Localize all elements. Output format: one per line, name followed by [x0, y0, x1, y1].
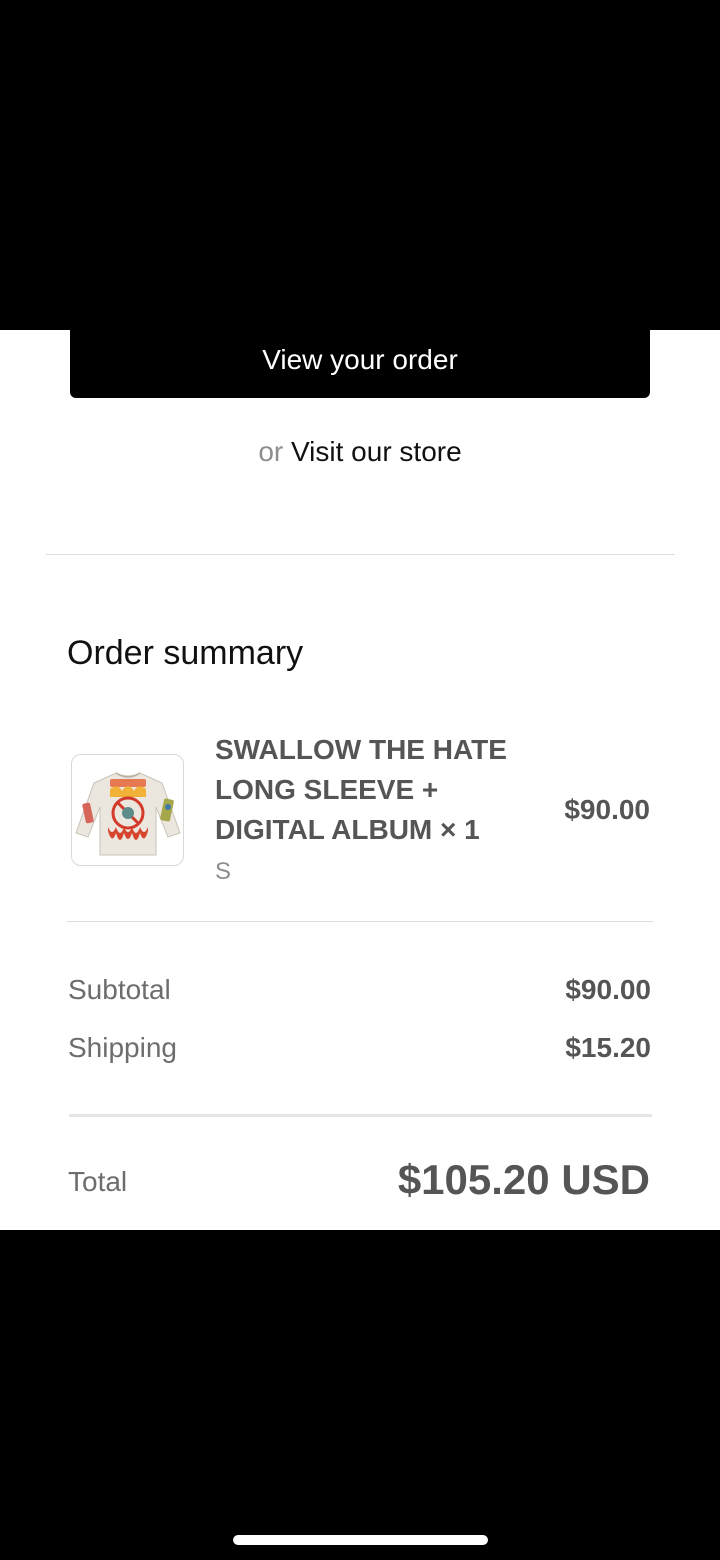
long-sleeve-shirt-image: [75, 772, 181, 856]
total-value: $105.20 USD: [397, 1156, 650, 1203]
subtotal-label: Subtotal: [68, 974, 171, 1005]
shipping-label: Shipping: [68, 1032, 177, 1063]
product-name: SWALLOW THE HATE LONG SLEEVE + DIGITAL A…: [215, 734, 507, 845]
subtotal-value: $90.00: [565, 974, 651, 1005]
bottom-black-area: [0, 1230, 720, 1560]
visit-store-row: or Visit our store: [0, 436, 720, 468]
order-status-panel: View your order or Visit our store Order…: [0, 330, 720, 1230]
divider: [69, 1114, 652, 1117]
product-price: $90.00: [564, 794, 650, 825]
view-order-label: View your order: [262, 344, 458, 375]
top-black-area: [0, 0, 720, 330]
divider: [67, 921, 653, 922]
divider: [46, 554, 675, 555]
order-summary-title: Order summary: [67, 634, 304, 672]
home-indicator[interactable]: [233, 1535, 488, 1545]
product-variant: S: [215, 858, 232, 885]
or-text: or: [258, 436, 284, 467]
visit-store-link[interactable]: Visit our store: [291, 436, 462, 467]
total-label: Total: [68, 1166, 128, 1197]
product-thumbnail: [71, 754, 184, 866]
shipping-value: $15.20: [565, 1032, 651, 1063]
view-order-button[interactable]: View your order: [70, 330, 650, 398]
